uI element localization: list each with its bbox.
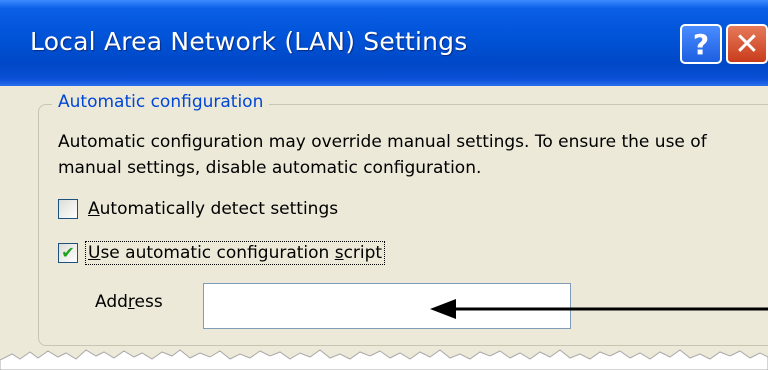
screenshot-stage: Local Area Network (LAN) Settings ? ✕ Au… [0, 0, 768, 370]
label-text-end: ess [134, 292, 163, 312]
dialog-titlebar[interactable]: Local Area Network (LAN) Settings ? ✕ [0, 0, 768, 86]
label-text: utomatically detect settings [99, 199, 339, 219]
question-icon: ? [692, 27, 710, 61]
label-text: se automatic configuration [100, 243, 335, 263]
auto-detect-settings-row[interactable]: Automatically detect settings [58, 198, 340, 220]
use-config-script-row[interactable]: ✔ Use automatic configuration script [58, 241, 386, 265]
help-button[interactable]: ? [680, 24, 722, 64]
automatic-configuration-description: Automatic configuration may override man… [58, 132, 707, 178]
lan-settings-dialog: Local Area Network (LAN) Settings ? ✕ Au… [0, 0, 768, 370]
checkmark-icon: ✔ [61, 243, 75, 262]
label-text: Add [95, 292, 128, 312]
access-key: A [88, 199, 100, 219]
close-icon: ✕ [734, 26, 760, 62]
callout-arrow-icon [430, 299, 768, 319]
torn-edge [0, 349, 768, 370]
access-key-2: s [334, 243, 344, 263]
label-text-end: cript [343, 243, 383, 263]
close-button[interactable]: ✕ [726, 24, 768, 64]
group-label: Automatic configuration [52, 92, 270, 112]
use-config-script-checkbox[interactable]: ✔ [58, 243, 78, 263]
use-config-script-label[interactable]: Use automatic configuration script [84, 241, 386, 265]
access-key: r [127, 292, 135, 312]
access-key: U [88, 243, 101, 263]
dialog-title: Local Area Network (LAN) Settings [30, 27, 468, 56]
address-label: Address [95, 292, 163, 312]
auto-detect-checkbox[interactable] [58, 199, 78, 219]
auto-detect-label[interactable]: Automatically detect settings [86, 198, 340, 220]
